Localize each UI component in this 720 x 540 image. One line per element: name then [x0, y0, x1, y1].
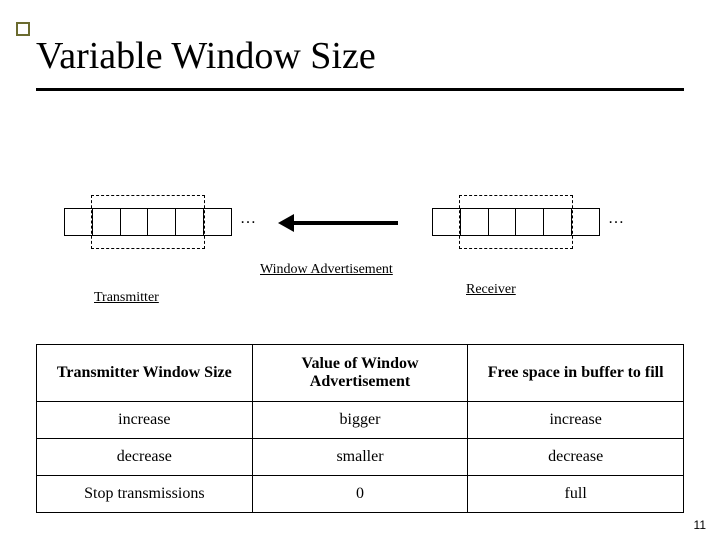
- col-header: Transmitter Window Size: [37, 345, 253, 402]
- table-header-row: Transmitter Window Size Value of Window …: [37, 345, 684, 402]
- label-receiver: Receiver: [466, 282, 516, 298]
- table-cell: increase: [37, 402, 253, 439]
- window-table: Transmitter Window Size Value of Window …: [36, 344, 684, 513]
- label-transmitter: Transmitter: [94, 290, 159, 306]
- ellipsis-left: …: [240, 210, 258, 228]
- table-row: decrease smaller decrease: [37, 439, 684, 476]
- col-header: Free space in buffer to fill: [468, 345, 684, 402]
- col-header: Value of Window Advertisement: [252, 345, 468, 402]
- table-cell: decrease: [468, 439, 684, 476]
- table-head: Transmitter Window Size Value of Window …: [37, 345, 684, 402]
- table-cell: smaller: [252, 439, 468, 476]
- buffer-cell: [433, 209, 461, 235]
- table-cell: increase: [468, 402, 684, 439]
- arrow-line: [290, 221, 398, 225]
- window-diagram: … … Window Advertisement Transmitter Rec…: [64, 186, 660, 336]
- buffer-cell: [65, 209, 93, 235]
- receiver-window-outline: [459, 195, 573, 249]
- ellipsis-right: …: [608, 210, 626, 228]
- window-advertisement-arrow: [278, 219, 398, 227]
- title-rule: [36, 88, 684, 91]
- slide: Variable Window Size … … Window Ad: [0, 0, 720, 540]
- table-cell: Stop transmissions: [37, 476, 253, 513]
- slide-number: 11: [694, 518, 706, 532]
- slide-title: Variable Window Size: [36, 34, 684, 78]
- transmitter-window-outline: [91, 195, 205, 249]
- buffer-cell: [204, 209, 231, 235]
- buffer-cell: [572, 209, 599, 235]
- table-body: increase bigger increase decrease smalle…: [37, 402, 684, 513]
- bullet-decor: [16, 22, 30, 36]
- table-cell: full: [468, 476, 684, 513]
- table-cell: decrease: [37, 439, 253, 476]
- table-cell: 0: [252, 476, 468, 513]
- table-row: Stop transmissions 0 full: [37, 476, 684, 513]
- label-window-advertisement: Window Advertisement: [260, 262, 393, 278]
- title-area: Variable Window Size: [0, 0, 720, 101]
- table-cell: bigger: [252, 402, 468, 439]
- table-row: increase bigger increase: [37, 402, 684, 439]
